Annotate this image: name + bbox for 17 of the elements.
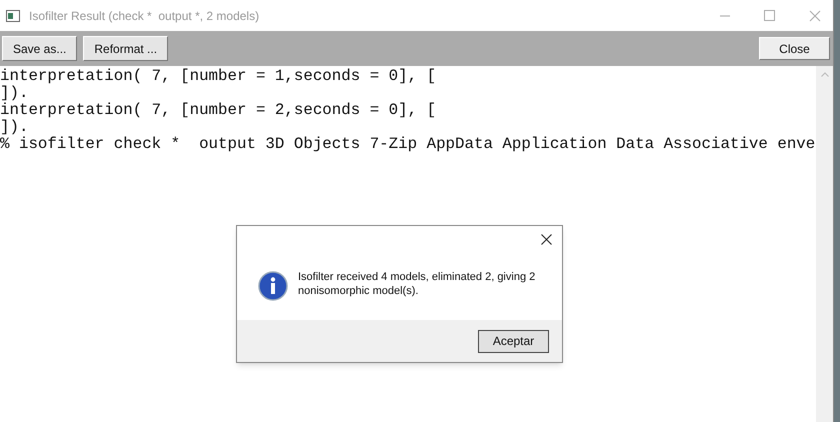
save-as-button[interactable]: Save as... xyxy=(2,36,78,61)
info-icon xyxy=(258,271,288,301)
dialog-message: Isofilter received 4 models, eliminated 2, giving 2 nonisomorphic model(s). xyxy=(298,270,536,299)
scrollbar[interactable] xyxy=(816,66,833,422)
window-title: Isofilter Result (check * output *, 2 models) xyxy=(29,8,260,24)
scroll-up-icon[interactable] xyxy=(820,72,828,77)
reformat-button[interactable]: Reformat ... xyxy=(83,36,168,61)
close-icon[interactable] xyxy=(541,234,552,244)
output-line: interpretation( 7, [number = 1,seconds = 0], [ xyxy=(0,68,436,85)
output-line: ]). xyxy=(0,119,28,136)
accept-button[interactable]: Aceptar xyxy=(478,330,549,352)
output-line: % isofilter check * output 3D Objects 7-Zip AppData Application Data Associative enve xyxy=(0,136,816,153)
close-button[interactable]: Close xyxy=(759,37,830,60)
output-line: ]). xyxy=(0,85,28,102)
maximize-icon[interactable] xyxy=(764,10,775,21)
output-line: interpretation( 7, [number = 2,seconds = 0], [ xyxy=(0,102,436,119)
app-icon xyxy=(6,10,20,22)
